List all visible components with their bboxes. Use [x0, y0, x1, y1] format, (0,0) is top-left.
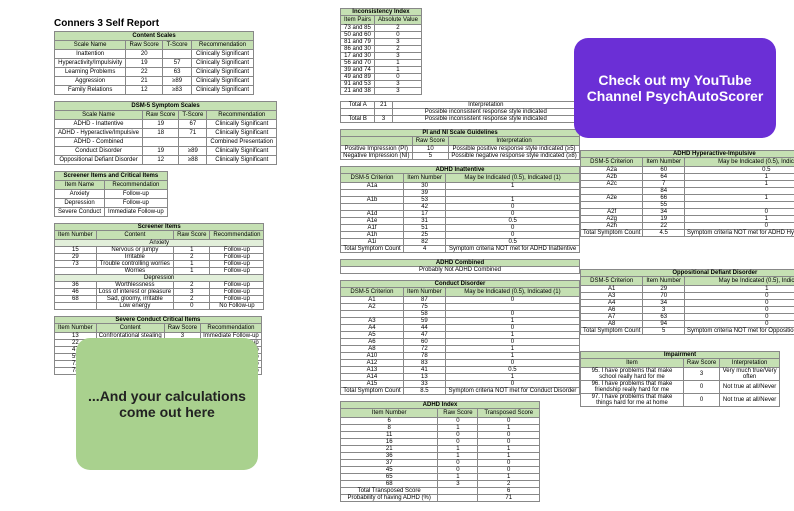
page-title: Conners 3 Self Report — [54, 18, 254, 29]
dsm5-table: DSM-5 Symptom Scales Scale NameRaw Score… — [54, 101, 277, 165]
impairment-table: Impairment ItemRaw ScoreInterpretation 9… — [580, 351, 780, 407]
content-scales-title: Content Scales — [55, 32, 254, 41]
inconsistency-totals: Total A21InterpretationPossible inconsis… — [340, 101, 580, 123]
adhd-combined-table: ADHD Combined Probably Not ADHD Combined — [340, 259, 580, 274]
right-column: ADHD Hyperactive-Impulsive DSM-5 Criteri… — [580, 150, 780, 413]
conduct-disorder-table: Conduct Disorder DSM-5 CriterionItem Num… — [340, 280, 580, 395]
middle-column: Inconsistency Index Item PairsAbsolute V… — [340, 8, 580, 508]
adhd-inattentive-table: ADHD Inattentive DSM-5 CriterionItem Num… — [340, 166, 580, 253]
screener-items-table: Screener Items Item NumberContentRaw Sco… — [54, 223, 264, 310]
adhd-hi-table: ADHD Hyperactive-Impulsive DSM-5 Criteri… — [580, 150, 794, 237]
youtube-callout: Check out my YouTube Channel PsychAutoSc… — [574, 38, 776, 138]
screener-summary-table: Screener Items and Critical Items Item N… — [54, 171, 168, 217]
odd-table: Oppositional Defiant Disorder DSM-5 Crit… — [580, 269, 794, 335]
results-callout: ...And your calculations come out here — [76, 338, 258, 470]
adhd-index-table: ADHD Index Item NumberRaw ScoreTranspose… — [340, 401, 540, 502]
left-column: Conners 3 Self Report Content Scales Sca… — [54, 16, 254, 381]
inconsistency-table: Inconsistency Index Item PairsAbsolute V… — [340, 8, 422, 95]
content-scales-table: Content Scales Scale NameRaw ScoreT-Scor… — [54, 31, 254, 95]
pi-ni-table: PI and NI Scale Guidelines Raw ScoreInte… — [340, 129, 580, 160]
